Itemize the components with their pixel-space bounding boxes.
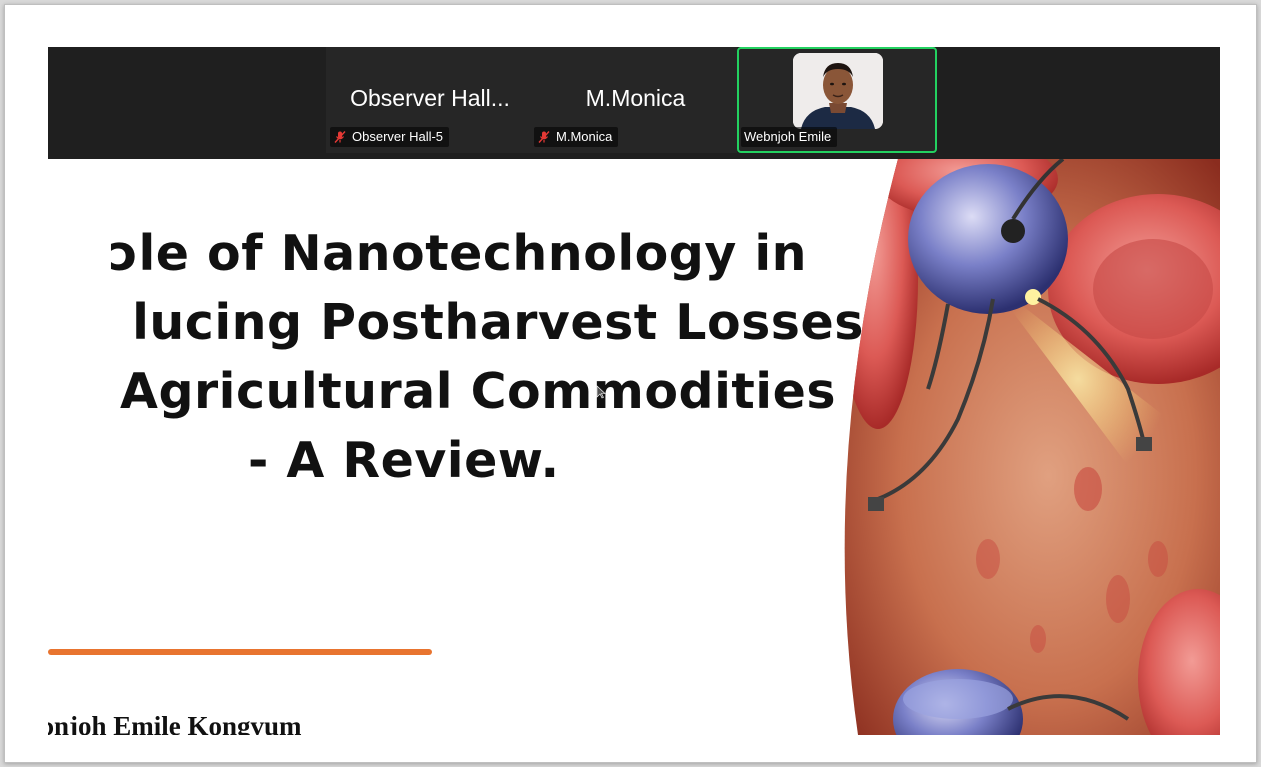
microphone-muted-icon xyxy=(538,131,550,143)
participant-name-label: M.Monica xyxy=(534,127,619,147)
participant-tile-monica[interactable]: M.Monica M.Monica xyxy=(534,47,737,153)
participant-label-text: M.Monica xyxy=(556,129,613,144)
slide-title-line: Agricultural Commodities xyxy=(120,363,836,420)
participant-strip: Observer Hall... Observer Hall-5 M.Monic… xyxy=(48,47,1220,159)
participant-label-text: Observer Hall-5 xyxy=(352,129,444,144)
slide-title-line: lucing Postharvest Losses xyxy=(132,294,864,351)
participant-label-text: Webnjoh Emile xyxy=(744,129,832,144)
participant-display-name: Observer Hall... xyxy=(350,85,510,111)
mouse-cursor-icon xyxy=(596,385,606,399)
participant-tile-webnjoh-active-speaker[interactable]: Webnjoh Emile xyxy=(737,47,937,153)
participant-name-label: Observer Hall-5 xyxy=(330,127,450,147)
slide-author: ɔnjoh Emile Kongvum xyxy=(48,711,302,735)
screen-share-area: Observer Hall... Observer Hall-5 M.Monic… xyxy=(48,47,1220,735)
participant-display-name: M.Monica xyxy=(585,85,686,111)
slide-title: ɔle of Nanotechnology in lucing Postharv… xyxy=(48,219,888,495)
participant-video-avatar xyxy=(793,53,883,129)
participant-name-label: Webnjoh Emile xyxy=(741,127,838,147)
participant-tile-observer-hall[interactable]: Observer Hall... Observer Hall-5 xyxy=(326,47,534,153)
person-avatar-icon xyxy=(793,53,883,129)
presentation-slide: ɔle of Nanotechnology in lucing Postharv… xyxy=(48,159,1220,735)
slide-title-line: - A Review. xyxy=(248,432,560,489)
microphone-muted-icon xyxy=(334,131,346,143)
slide-title-line: ɔle of Nanotechnology in xyxy=(108,225,808,282)
nanobot-illustration xyxy=(844,159,1220,735)
window-frame: Observer Hall... Observer Hall-5 M.Monic… xyxy=(4,4,1257,763)
accent-rule xyxy=(48,649,432,655)
